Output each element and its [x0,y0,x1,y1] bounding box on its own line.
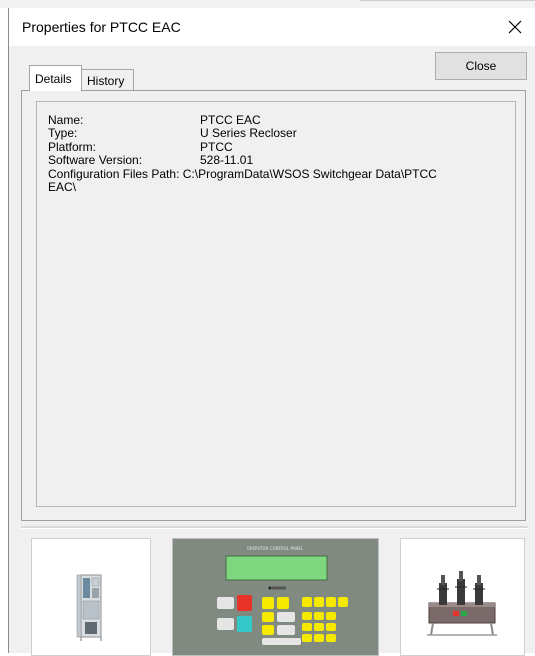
property-row-name: Name: PTCC EAC [48,113,503,127]
close-button[interactable]: Close [435,52,527,80]
background-divider [360,0,535,1]
details-group-box: Name: PTCC EAC Type: U Series Recloser P… [36,101,516,507]
property-row-config-path: Configuration Files Path: C:\ProgramData… [48,166,503,195]
property-value: PTCC [200,139,233,154]
property-value: U Series Recloser [200,126,297,141]
property-label: Name: [48,113,84,127]
property-list: Name: PTCC EAC Type: U Series Recloser P… [48,113,503,195]
panel-caption: OPERATOR CONTROL PANEL [247,546,304,551]
property-label: Software Version: [48,153,143,168]
divider [21,526,528,529]
tab-details-label: Details [35,71,72,86]
close-button-label: Close [465,59,497,73]
property-value: C:\ProgramData\WSOS Switchgear Data\PTCC [182,166,437,181]
property-value: PTCC EAC [200,113,261,127]
tab-details[interactable]: Details [29,65,82,91]
details-panel: Name: PTCC EAC Type: U Series Recloser P… [21,90,526,521]
property-row-platform: Platform: PTCC [48,139,503,154]
operator-panel-image[interactable]: OPERATOR CONTROL PANEL [172,538,379,656]
properties-dialog: Properties for PTCC EAC Details History … [8,8,535,656]
control-cabinet-image[interactable] [31,538,151,656]
property-label: Configuration Files Path: [48,166,180,181]
property-row-software-version: Software Version: 528-11.01 [48,153,503,168]
close-icon[interactable] [495,8,535,46]
property-label: Platform: [48,139,97,154]
property-value: 528-11.01 [200,153,254,168]
property-label: Type: [48,126,78,141]
recloser-image[interactable] [400,538,525,656]
title-bar: Properties for PTCC EAC [9,8,535,46]
background-strip [0,0,535,8]
tab-history-label: History [87,73,125,88]
window-title: Properties for PTCC EAC [22,19,181,35]
property-value-continued: EAC\ [48,180,77,195]
tab-history[interactable]: History [82,69,134,91]
property-row-type: Type: U Series Recloser [48,126,503,141]
